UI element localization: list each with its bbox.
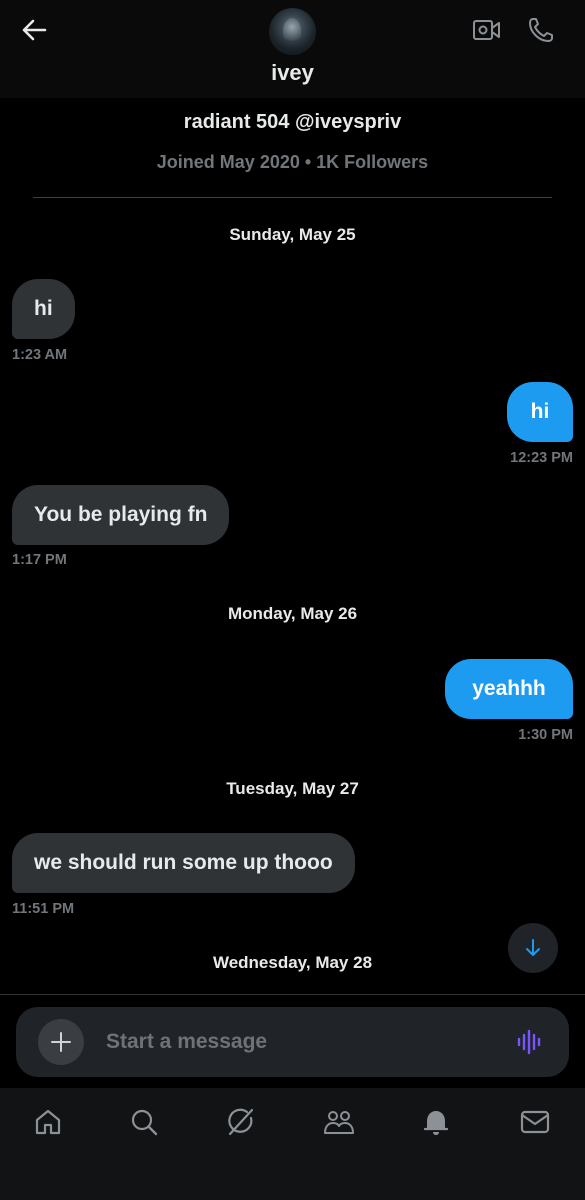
conversation-header: ivey: [0, 0, 585, 98]
voice-call-button[interactable]: [522, 12, 560, 48]
video-call-button[interactable]: [468, 14, 506, 46]
date-separator: Wednesday, May 28: [212, 953, 373, 972]
nav-grok[interactable]: [213, 1102, 269, 1142]
scroll-to-bottom-button[interactable]: [508, 923, 558, 973]
received-message[interactable]: we should run some up thooo: [12, 833, 355, 893]
message-timestamp: 1:17 PM: [12, 552, 67, 568]
back-button[interactable]: [14, 12, 54, 48]
message-input[interactable]: [106, 1007, 486, 1077]
nav-messages[interactable]: [507, 1102, 563, 1142]
phone-icon: [529, 18, 553, 42]
date-separator: Monday, May 26: [227, 604, 358, 623]
received-message[interactable]: You be playing fn: [12, 485, 230, 545]
messages-icon: [520, 1110, 550, 1134]
communities-icon: [324, 1111, 354, 1134]
date-separator: Sunday, May 25: [229, 225, 356, 244]
message-timestamp: 1:30 PM: [518, 727, 573, 743]
arrow-down-icon: [526, 939, 540, 956]
notifications-icon: [423, 1111, 449, 1135]
header-name[interactable]: ivey: [0, 60, 585, 86]
nav-communities[interactable]: [311, 1102, 367, 1142]
add-attachment-button[interactable]: [38, 1019, 84, 1065]
voice-wave-icon: [517, 1029, 541, 1055]
home-icon: [35, 1109, 61, 1135]
plus-icon: [51, 1032, 71, 1052]
message-timestamp: 11:51 PM: [12, 901, 75, 917]
message-timestamp: 12:23 PM: [510, 450, 573, 466]
sent-message[interactable]: yeahhh: [445, 659, 573, 719]
profile-joined-line: Joined May 2020 • 1K Followers: [156, 152, 429, 172]
avatar[interactable]: [269, 8, 316, 55]
bottom-nav: [0, 1088, 585, 1200]
grok-icon: [228, 1108, 254, 1136]
voice-message-button[interactable]: [513, 1027, 547, 1057]
profile-handle-line[interactable]: radiant 504 @iveyspriv: [0, 111, 585, 134]
received-message[interactable]: hi: [12, 279, 75, 339]
video-camera-icon: [473, 20, 500, 40]
arrow-left-icon: [22, 19, 47, 41]
date-separator: Tuesday, May 27: [226, 779, 359, 798]
sent-message[interactable]: hi: [507, 382, 573, 442]
message-timestamp: 1:23 AM: [12, 347, 68, 363]
nav-home[interactable]: [20, 1102, 76, 1142]
nav-notifications[interactable]: [408, 1102, 464, 1142]
composer: [16, 1007, 569, 1077]
nav-search[interactable]: [116, 1102, 172, 1142]
search-icon: [131, 1109, 158, 1136]
divider: [33, 197, 552, 198]
composer-bar: [0, 994, 585, 1088]
